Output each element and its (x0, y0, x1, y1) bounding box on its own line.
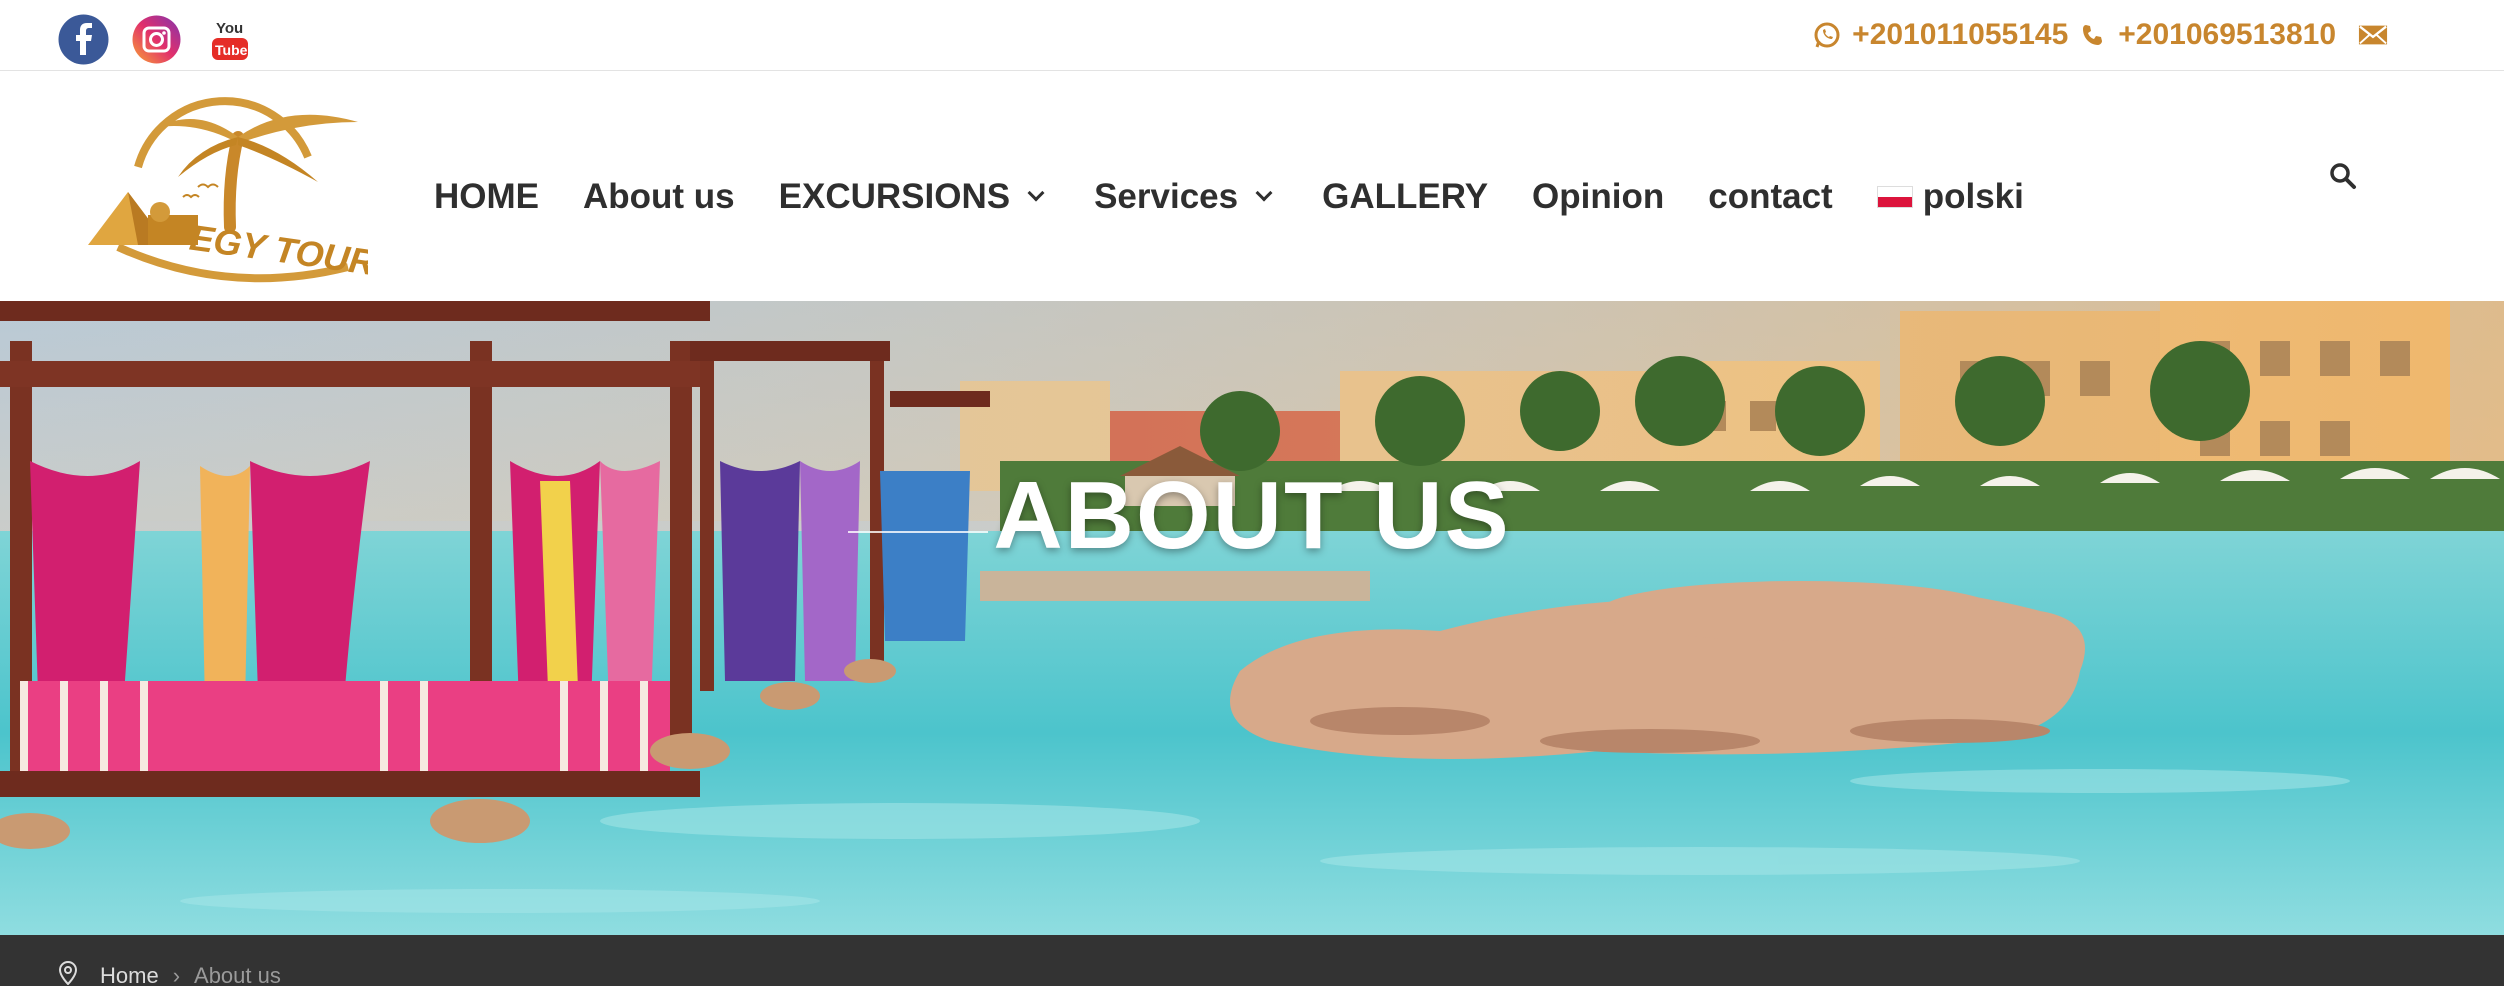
phone-number-2[interactable]: +201069513810 (2118, 18, 2336, 52)
nav-gallery[interactable]: GALLERY (1322, 177, 1488, 217)
top-bar: You Tube +201011055145 +201069513810 (0, 0, 2504, 71)
location-pin-icon (58, 960, 78, 991)
whatsapp-icon[interactable] (1812, 20, 1842, 50)
breadcrumb-bar: Home › About us (0, 935, 2504, 988)
contact-info: +201011055145 +201069513810 (1812, 18, 2388, 52)
nav-contact[interactable]: contact (1708, 177, 1832, 217)
nav-services[interactable]: Services (1094, 177, 1273, 217)
nav-opinion[interactable]: Opinion (1532, 177, 1664, 217)
svg-text:You: You (216, 20, 243, 37)
nav-services-label: Services (1094, 177, 1239, 216)
nav-excursions[interactable]: EXCURSIONS (778, 177, 1045, 217)
hero-title: ABOUT US (993, 462, 1511, 569)
main-navbar: EGY TOURS HOME About us EXCURSIONS Servi… (0, 71, 2504, 301)
chevron-down-icon (1027, 184, 1045, 202)
mail-icon[interactable] (2358, 20, 2388, 50)
search-icon[interactable] (2328, 161, 2358, 191)
site-logo[interactable]: EGY TOURS (78, 97, 402, 297)
language-label: polski (1922, 177, 2024, 216)
facebook-icon[interactable] (58, 14, 109, 65)
social-links: You Tube (58, 14, 255, 65)
phone-number-1[interactable]: +201011055145 (1852, 18, 2068, 52)
hero-background-image (0, 301, 2504, 935)
youtube-icon[interactable]: You Tube (204, 14, 255, 65)
nav-about[interactable]: About us (583, 177, 735, 217)
phone-icon[interactable] (2078, 20, 2108, 50)
svg-text:Tube: Tube (215, 42, 248, 58)
breadcrumb: Home › About us (58, 960, 281, 991)
language-switcher[interactable]: polski (1876, 177, 2024, 217)
poland-flag-icon (1876, 186, 1913, 208)
nav-home[interactable]: HOME (434, 177, 539, 217)
hero-banner: ABOUT US (0, 301, 2504, 935)
breadcrumb-home[interactable]: Home (100, 963, 159, 989)
chevron-down-icon (1255, 184, 1273, 202)
main-menu: HOME About us EXCURSIONS Services GALLER… (434, 177, 2068, 217)
nav-excursions-label: EXCURSIONS (778, 177, 1011, 216)
instagram-icon[interactable] (131, 14, 182, 65)
breadcrumb-separator-icon: › (172, 963, 181, 988)
breadcrumb-current: About us (194, 963, 281, 988)
